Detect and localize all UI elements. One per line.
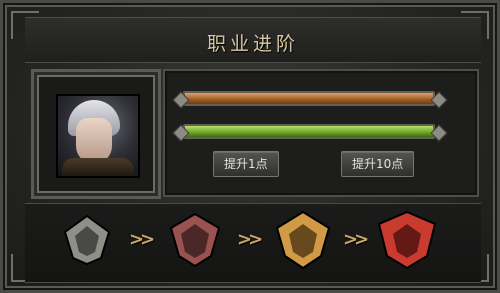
rank-bronze-icon [169, 212, 221, 268]
rank-iron-icon [63, 214, 111, 266]
green-progress-bar [183, 124, 435, 139]
rank-crimson-icon [377, 210, 437, 270]
advancement-box: 提升1点 提升10点 [163, 69, 479, 197]
orange-progress-fill [185, 93, 433, 104]
portrait-frame [31, 69, 161, 199]
upgrade-1-button[interactable]: 提升1点 [213, 151, 279, 177]
upgrade-10-button[interactable]: 提升10点 [341, 151, 415, 177]
rank-gold-icon [275, 210, 331, 270]
rank-progression-strip: >> >> >> [25, 203, 481, 283]
chevron-right-icon: >> [129, 229, 155, 250]
chevron-right-icon: >> [237, 229, 263, 250]
panel-title: 职业进阶 [206, 33, 299, 55]
character-portrait [56, 94, 140, 178]
career-advancement-panel: 职业进阶 提升1点 提升10点 >> >> >> [0, 0, 500, 293]
chevron-right-icon: >> [343, 229, 369, 250]
green-progress-fill [185, 126, 433, 137]
orange-progress-bar [183, 91, 435, 106]
